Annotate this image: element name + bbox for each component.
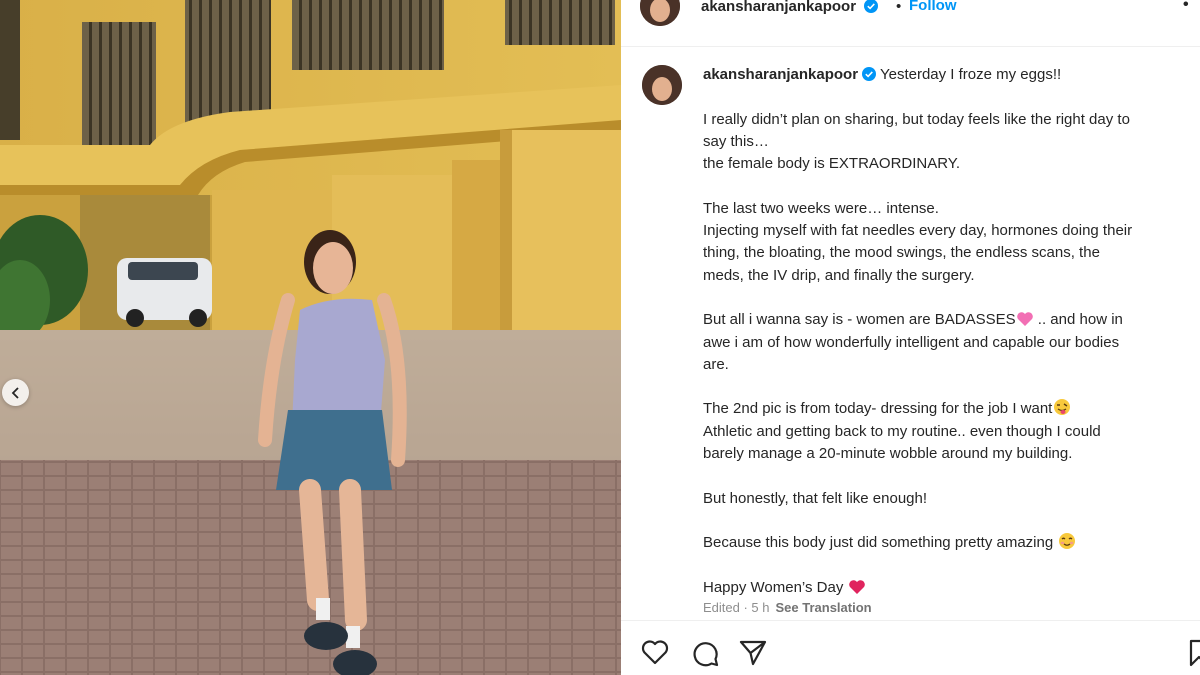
verified-badge-icon xyxy=(864,0,879,13)
caption-line: awe i am of how wonderfully intelligent … xyxy=(703,333,1120,351)
caption-line-text: .. and how in xyxy=(1033,311,1123,329)
separator-dot: • xyxy=(896,0,902,15)
caption-line-text: But all i wanna say is - women are BADAS… xyxy=(703,311,1016,329)
red-heart-emoji xyxy=(848,580,865,594)
post-caption: akansharanjankapoor Yesterday I froze my… xyxy=(703,64,1200,619)
post-photo[interactable] xyxy=(0,0,621,675)
see-translation-link[interactable]: See Translation xyxy=(776,600,872,615)
caption-line: Athletic and getting back to my routine.… xyxy=(703,422,1101,440)
caption-line: But honestly, that felt like enough! xyxy=(703,489,928,507)
caption-line: But all i wanna say is - women are BADAS… xyxy=(703,309,1200,331)
smiling-face-emoji xyxy=(1059,533,1076,550)
paper-plane-icon[interactable] xyxy=(739,639,767,667)
avatar-image xyxy=(642,65,682,105)
edited-timestamp: Edited · 5 h xyxy=(703,600,770,616)
author-avatar[interactable] xyxy=(640,0,680,26)
caption-line: Injecting myself with fat needles every … xyxy=(703,222,1133,240)
caption-line: the female body is EXTRAORDINARY. xyxy=(703,155,961,173)
caption-line-text: The 2nd pic is from today- dressing for … xyxy=(703,400,1053,418)
caption-line-text: Happy Women’s Day xyxy=(703,578,848,596)
caption-line-text: Because this body just did something pre… xyxy=(703,534,1058,552)
post-side-panel: akansharanjankapoor • Follow • akanshara… xyxy=(621,0,1200,675)
caption-line: thing, the bloating, the mood swings, th… xyxy=(703,244,1100,262)
caption-text: Yesterday I froze my eggs!! xyxy=(879,66,1062,83)
bookmark-icon[interactable] xyxy=(1189,639,1200,667)
caption-line: meds, the IV drip, and finally the surge… xyxy=(703,266,975,284)
caption-line: Because this body just did something pre… xyxy=(703,532,1200,554)
action-bar xyxy=(621,620,1200,675)
caption-line: say this… xyxy=(703,132,769,150)
previous-photo-button[interactable] xyxy=(2,379,29,406)
comment-bubble-icon[interactable] xyxy=(691,639,719,667)
caption-first-line: akansharanjankapoor Yesterday I froze my… xyxy=(703,64,1200,86)
caption-line: are. xyxy=(703,355,729,373)
more-options-button[interactable]: • xyxy=(1183,0,1190,14)
pink-heart-emoji xyxy=(1016,312,1033,327)
header-username[interactable]: akansharanjankapoor xyxy=(701,0,879,15)
winking-tongue-emoji xyxy=(1054,399,1071,416)
heart-outline-icon[interactable] xyxy=(641,639,669,665)
caption-line: barely manage a 20-minute wobble around … xyxy=(703,445,1073,463)
verified-badge-icon xyxy=(862,67,877,81)
chevron-left-icon xyxy=(11,386,19,399)
post-meta: Edited · 5 h See Translation xyxy=(703,597,1200,619)
avatar-image xyxy=(640,0,680,26)
caption-author-avatar[interactable] xyxy=(642,65,682,105)
follow-button[interactable]: Follow xyxy=(909,0,957,14)
header-username-text[interactable]: akansharanjankapoor xyxy=(701,0,856,15)
caption-username[interactable]: akansharanjankapoor xyxy=(703,66,858,83)
caption-line: Happy Women’s Day xyxy=(703,577,1200,599)
caption-line: I really didn’t plan on sharing, but tod… xyxy=(703,110,1130,128)
caption-line: The last two weeks were… intense. xyxy=(703,199,939,217)
caption-line: The 2nd pic is from today- dressing for … xyxy=(703,398,1200,420)
post-header: akansharanjankapoor • Follow • xyxy=(621,0,1200,47)
photo-image xyxy=(0,0,621,675)
